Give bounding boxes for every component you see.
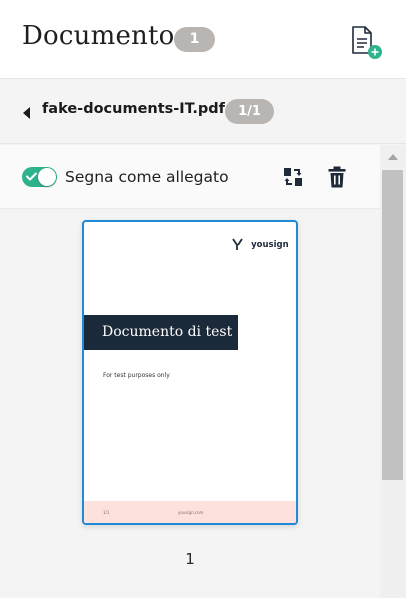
delete-button[interactable]: [327, 166, 347, 188]
brand-name: yousign: [251, 239, 289, 250]
toggle-knob: [38, 168, 56, 186]
trash-icon: [328, 166, 346, 188]
brand-logo: yousign: [232, 234, 289, 250]
caret-left-icon[interactable]: [22, 107, 32, 119]
document-note: For test purposes only: [103, 372, 170, 379]
page-title: Documento: [22, 21, 175, 51]
page-number: 1: [185, 550, 195, 568]
file-name[interactable]: fake-documents-IT.pdf: [42, 101, 225, 117]
document-count-badge: 1: [174, 27, 215, 52]
add-document-button[interactable]: [349, 25, 385, 61]
check-icon: [26, 172, 37, 181]
yousign-logo-icon: [232, 238, 243, 250]
page-count-badge: 1/1: [225, 99, 274, 124]
document-footer: 1/1 yousign.com: [84, 501, 296, 523]
footer-page: 1/1: [103, 510, 110, 515]
document-banner-title: Documento di test: [84, 315, 238, 350]
rotate-icon: [284, 168, 302, 186]
attachment-toggle-label[interactable]: Segna come allegato: [65, 168, 229, 186]
document-add-icon: [352, 26, 382, 59]
footer-url: yousign.com: [178, 510, 204, 515]
scrollbar-thumb[interactable]: [382, 170, 403, 480]
scroll-up-icon[interactable]: [387, 152, 399, 162]
attachment-toggle[interactable]: [22, 167, 57, 187]
page-thumbnail[interactable]: yousign Documento di test For test purpo…: [82, 220, 298, 525]
rotate-button[interactable]: [282, 166, 304, 188]
